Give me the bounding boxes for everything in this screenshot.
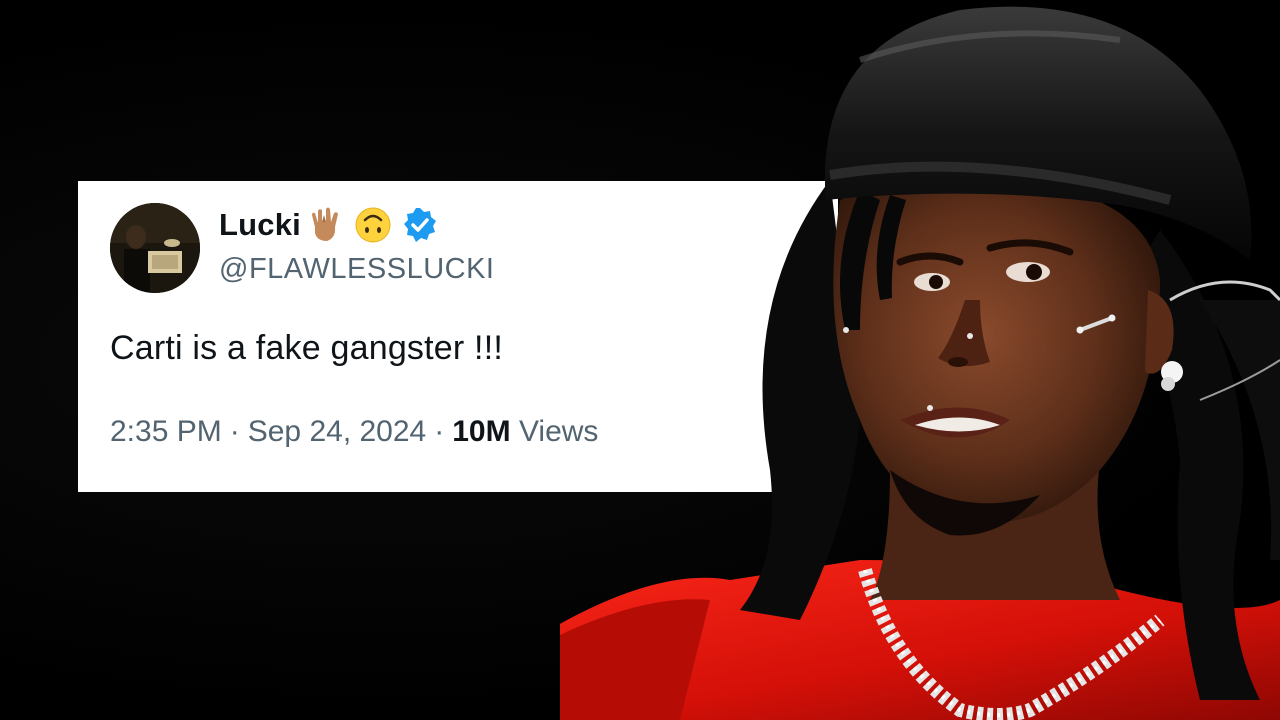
- tweet-text: Carti is a fake gangster !!!: [110, 329, 503, 367]
- tweet-date: Sep 24, 2024: [247, 415, 427, 448]
- thumbnail: Lucki @FLAWLESSLUCKI Carti is a fake gan…: [0, 0, 1280, 720]
- person-photo: [560, 0, 1280, 720]
- tweet-time: 2:35 PM: [110, 415, 222, 448]
- meta-separator: ·: [434, 415, 445, 448]
- verified-badge-icon: [401, 206, 439, 244]
- display-name: Lucki: [219, 207, 301, 242]
- display-name-row: Lucki: [219, 203, 439, 247]
- handle: @FLAWLESSLUCKI: [219, 253, 495, 285]
- meta-separator: ·: [229, 415, 240, 448]
- vulcan-salute-emoji: [307, 205, 347, 245]
- views-count: 10M: [452, 415, 511, 448]
- avatar: [110, 203, 200, 293]
- tweet-meta: 2:35 PM · Sep 24, 2024 · 10M Views: [110, 415, 598, 449]
- upside-down-face-emoji: [353, 205, 393, 245]
